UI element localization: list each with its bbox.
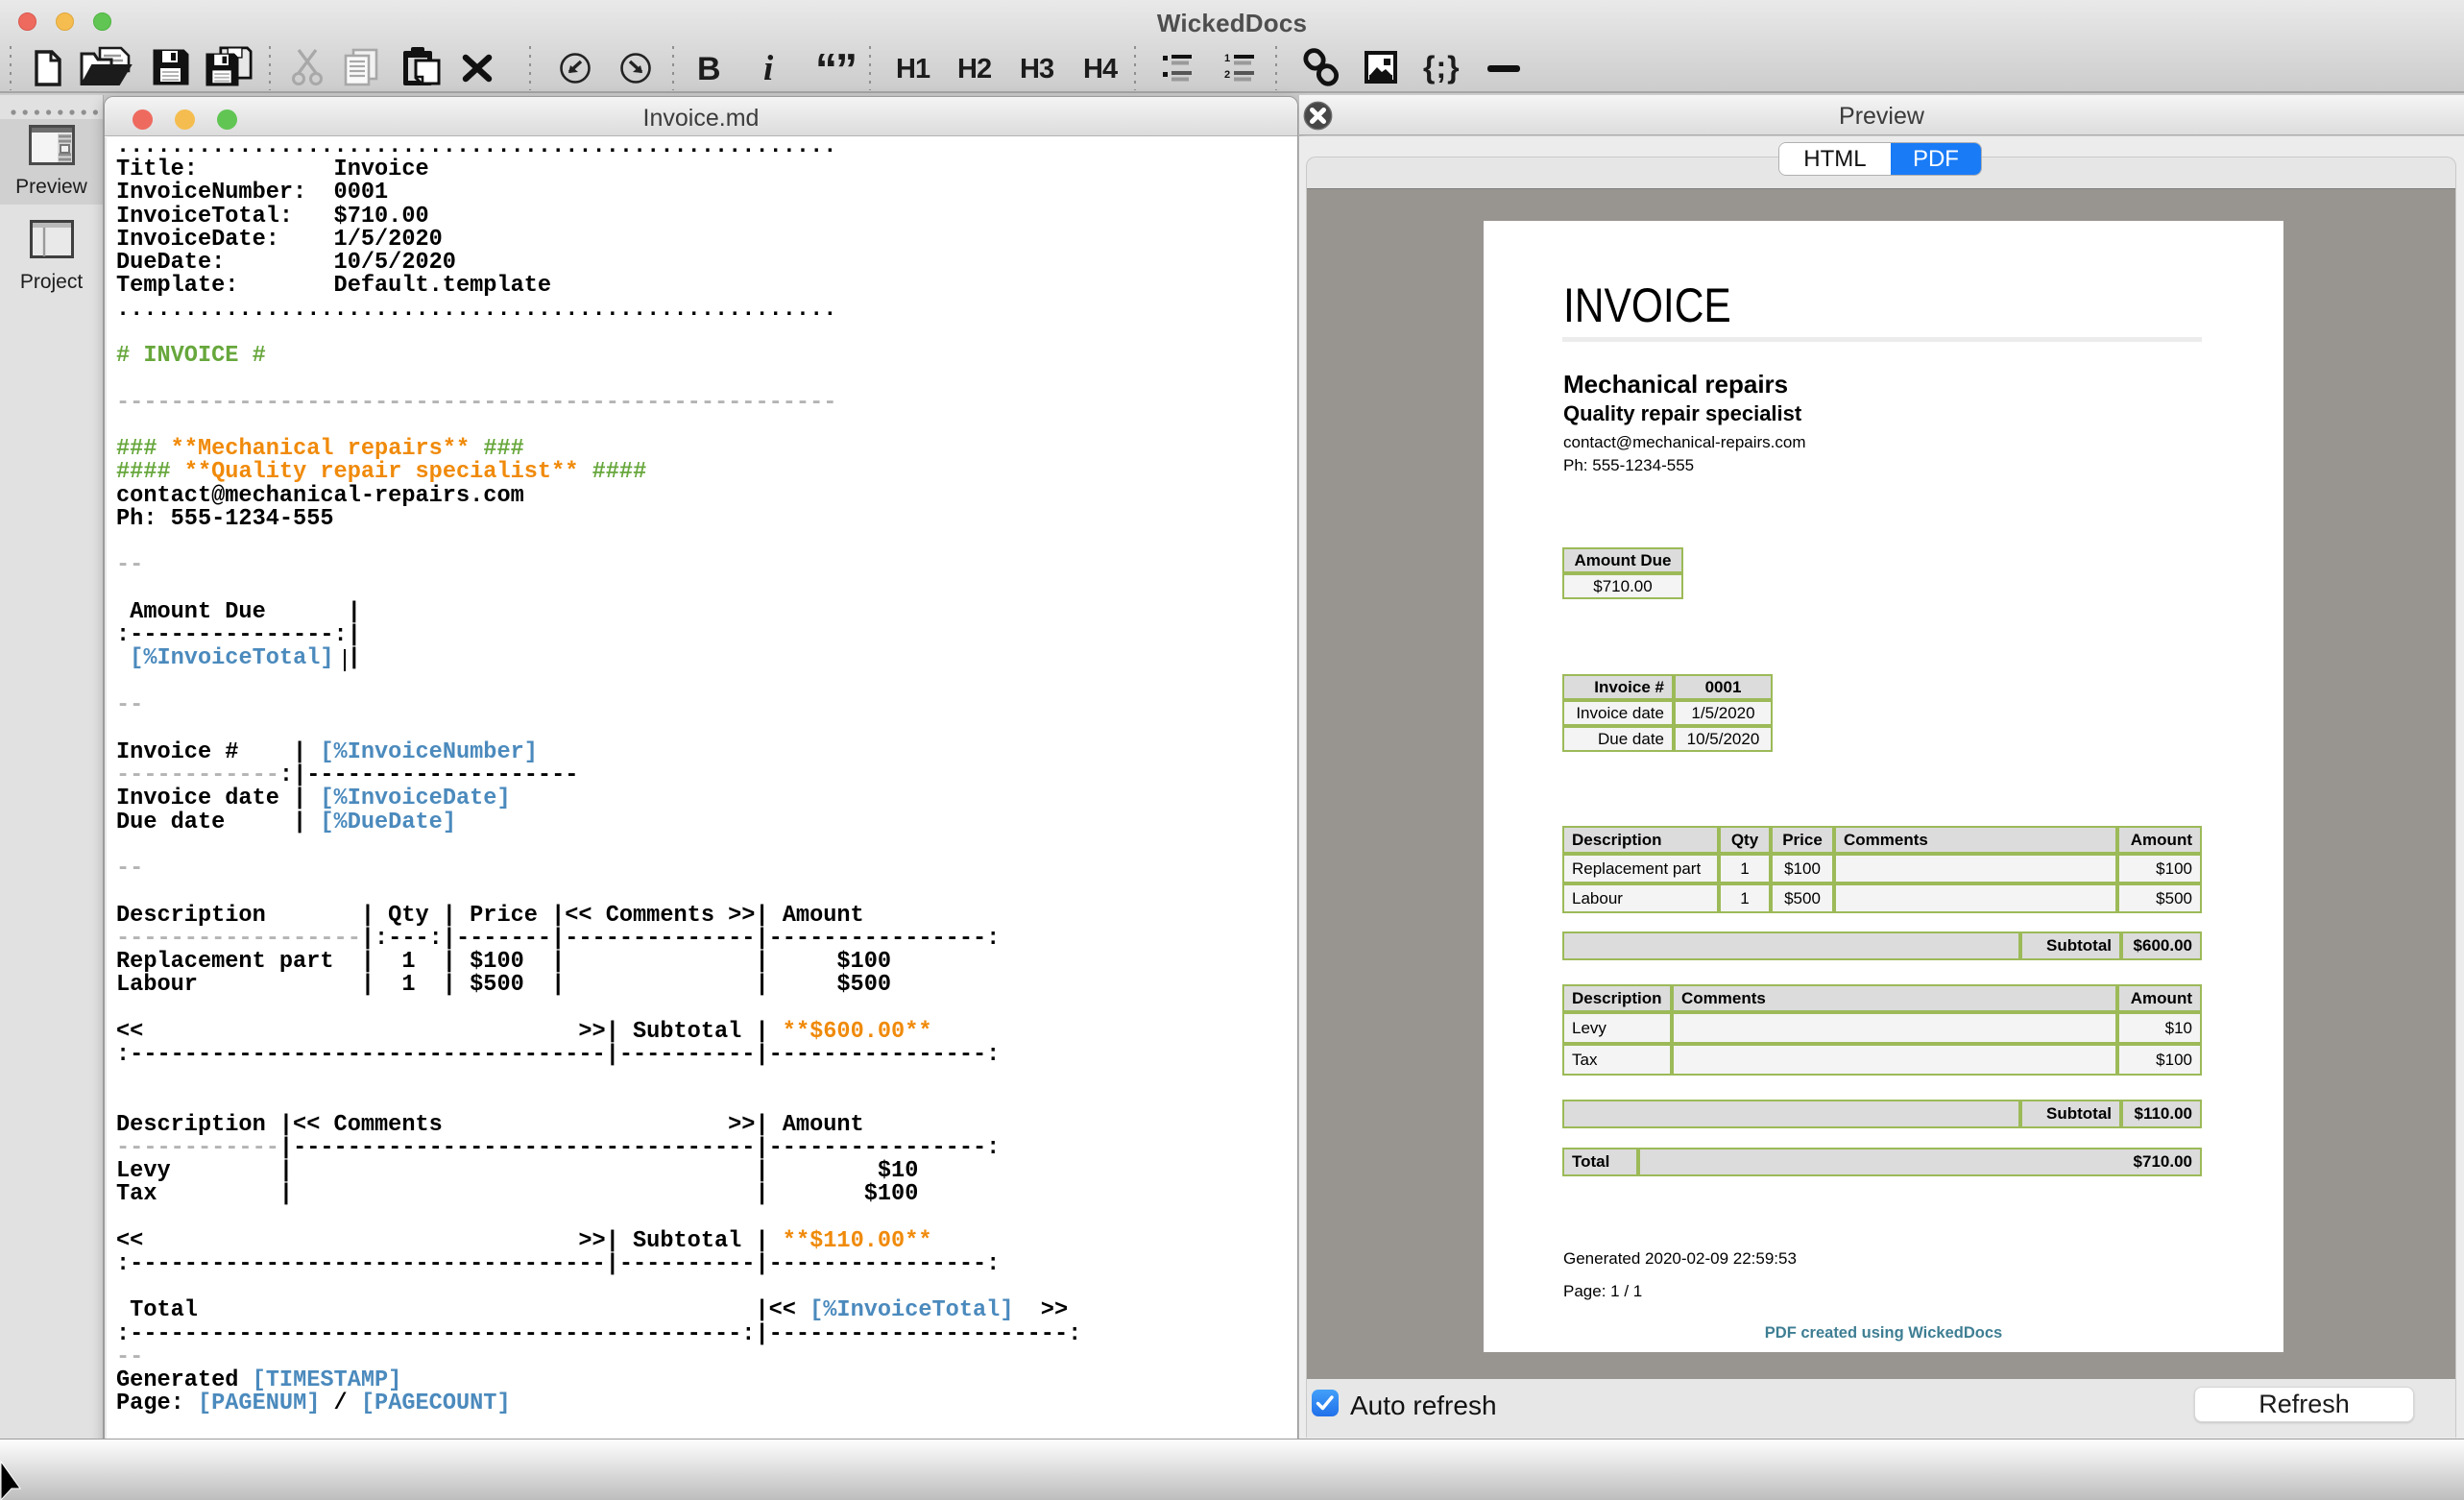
svg-text:1: 1 [1224, 53, 1230, 64]
svg-text:2: 2 [1224, 69, 1230, 81]
